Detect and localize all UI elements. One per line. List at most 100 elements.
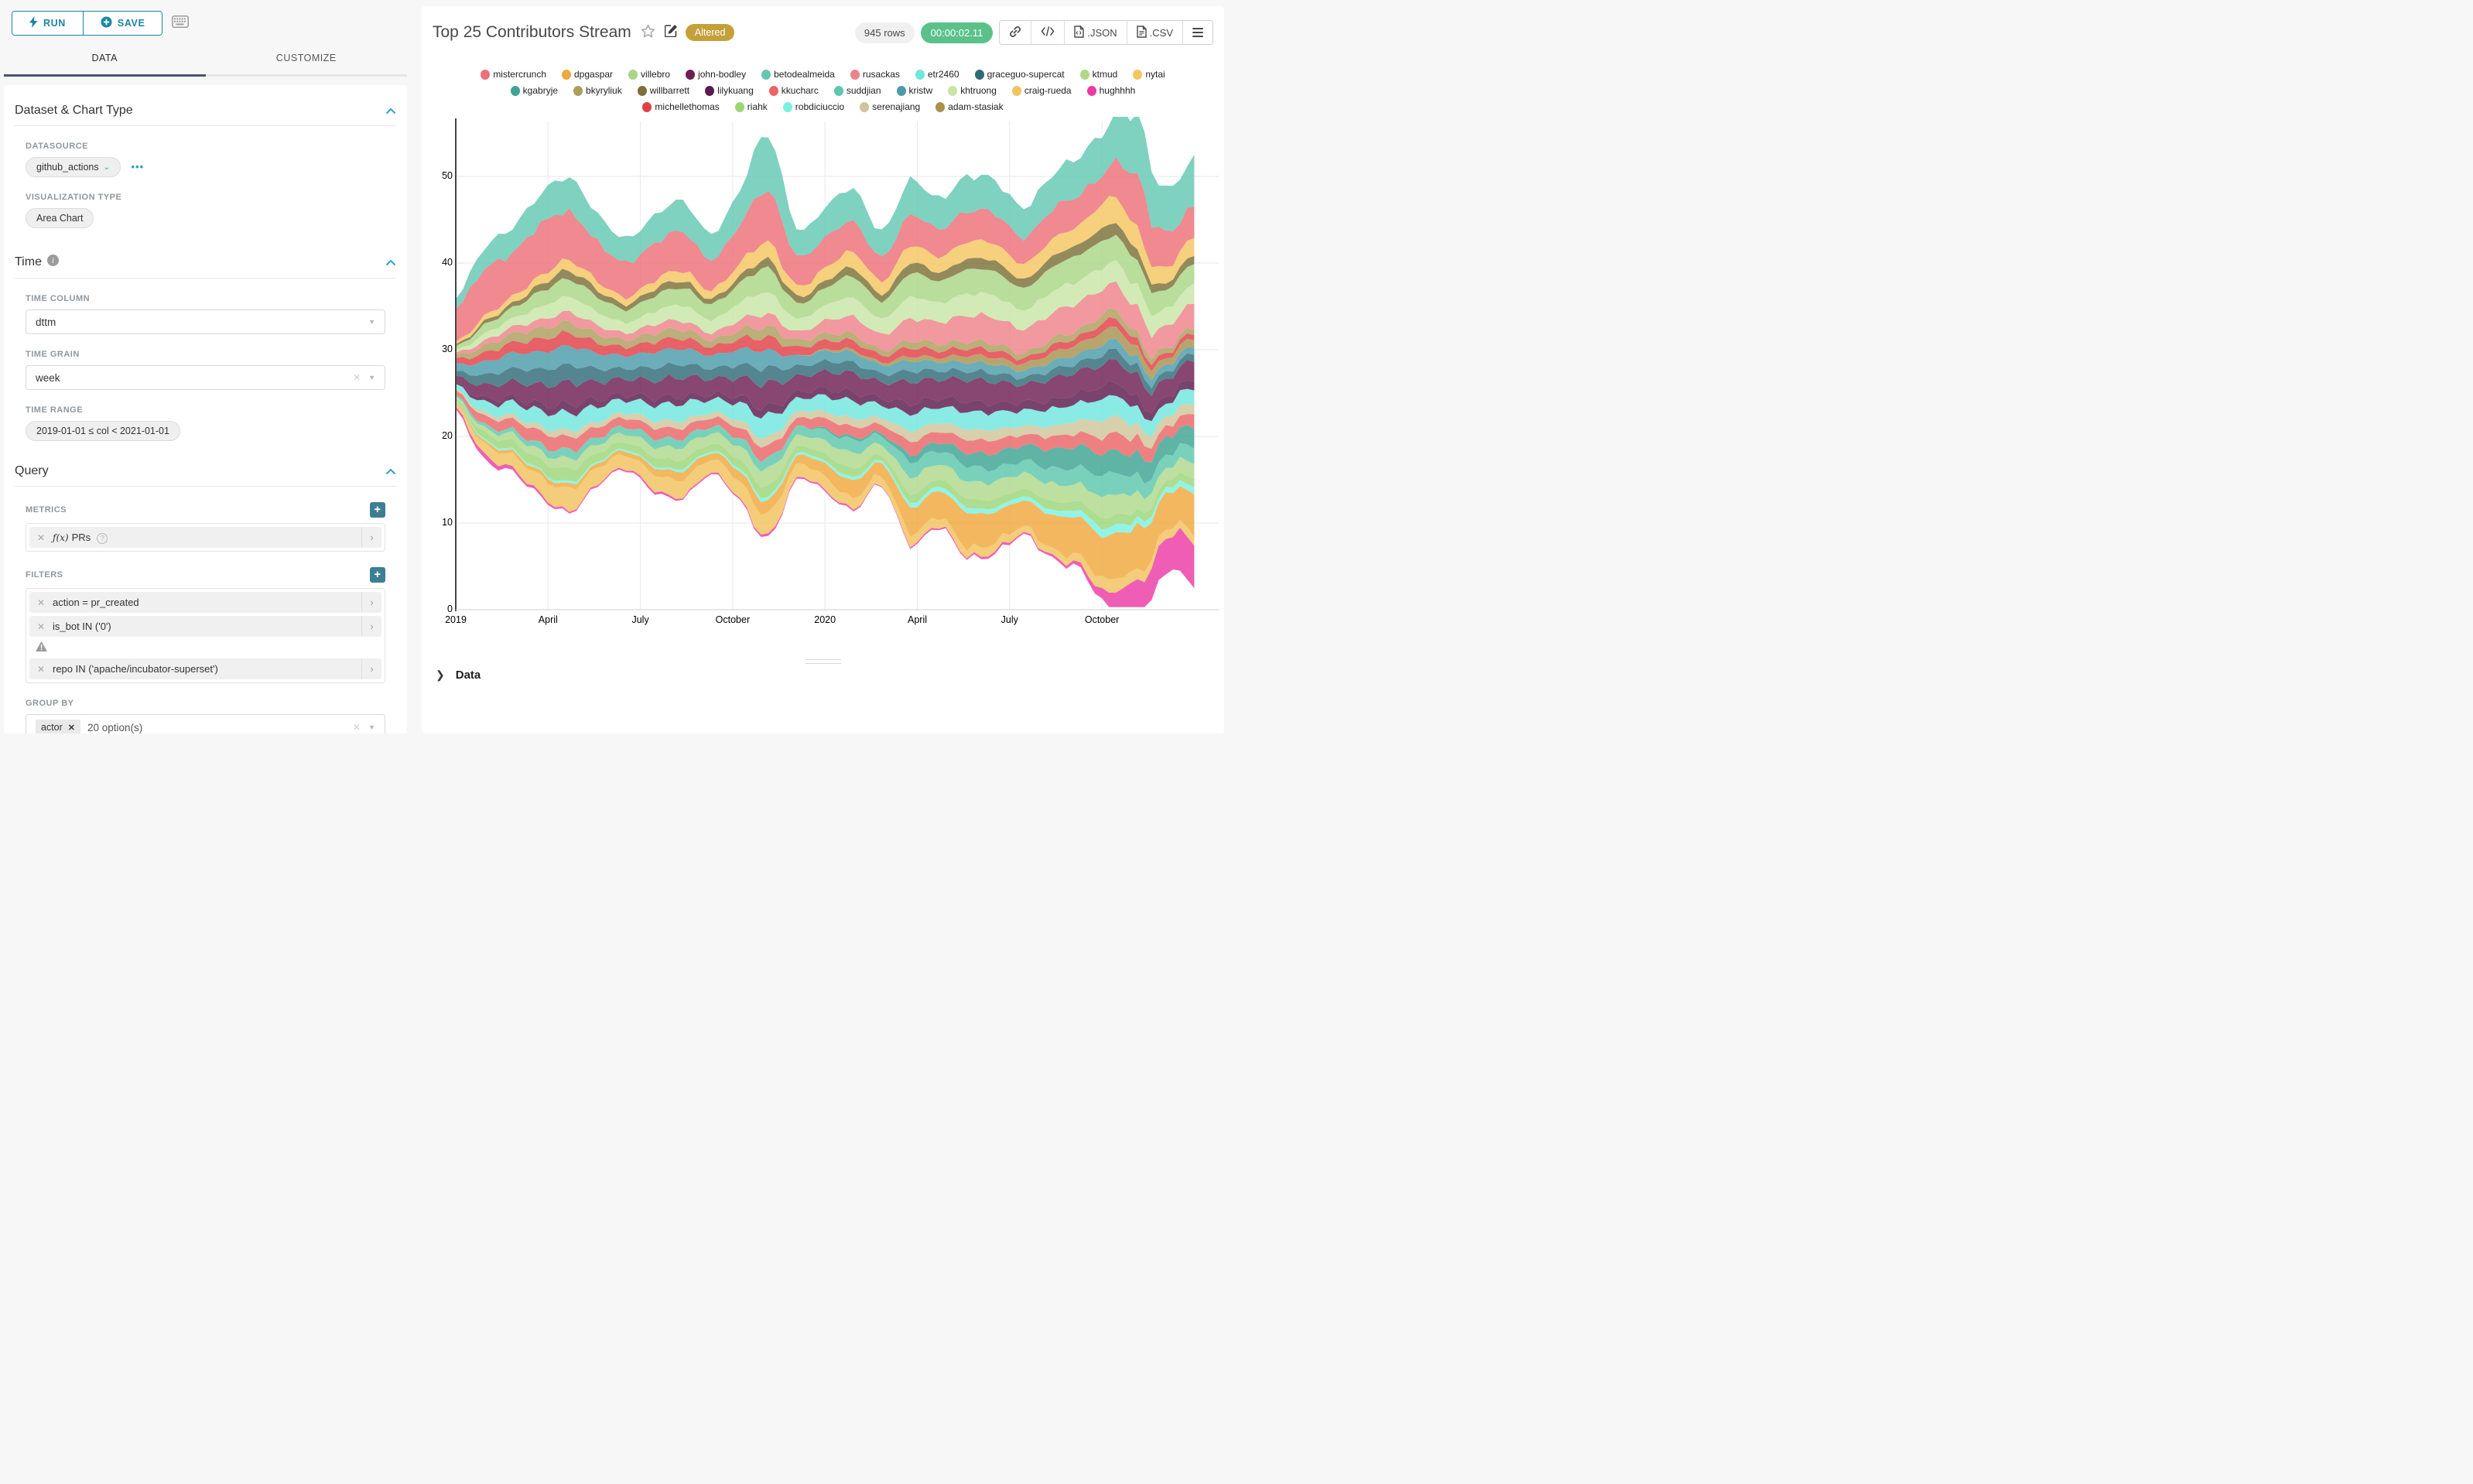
legend-item[interactable]: khtruong xyxy=(948,85,997,96)
chevron-right-icon[interactable]: › xyxy=(361,658,381,679)
data-expander-label: Data xyxy=(456,668,481,682)
remove-icon[interactable]: ✕ xyxy=(29,597,53,608)
data-expander[interactable]: ❯ Data xyxy=(436,668,481,682)
chart-panel: Top 25 Contributors Stream Altered 945 r… xyxy=(422,6,1224,733)
stream-chart[interactable]: 01020304050 xyxy=(445,117,1219,620)
legend-label: khtruong xyxy=(960,85,997,96)
legend-label: michellethomas xyxy=(655,101,719,112)
filter-chip[interactable]: ✕ is_bot IN ('0') › xyxy=(29,616,381,637)
chevron-up-icon[interactable] xyxy=(385,108,396,115)
legend-item[interactable]: rusackas xyxy=(850,69,900,80)
legend-item[interactable]: villebro xyxy=(628,69,670,80)
legend-dot-icon xyxy=(1080,70,1089,80)
time-range-label: TIME RANGE xyxy=(26,405,83,415)
legend-item[interactable]: hughhhh xyxy=(1087,85,1136,96)
remove-icon[interactable]: ✕ xyxy=(29,664,53,675)
x-tick-label: July xyxy=(631,614,648,625)
time-grain-select[interactable]: week ✕ ▼ xyxy=(26,365,385,390)
legend-item[interactable]: willbarrett xyxy=(638,85,689,96)
legend-label: willbarrett xyxy=(650,85,689,96)
legend-item[interactable]: serenajiang xyxy=(860,101,920,112)
datasource-more-button[interactable]: ••• xyxy=(131,161,144,173)
tab-data[interactable]: DATA xyxy=(4,45,206,74)
legend-dot-icon xyxy=(897,86,906,96)
y-tick-label: 50 xyxy=(426,170,453,181)
x-tick-label: 2020 xyxy=(814,614,836,625)
chevron-up-icon[interactable] xyxy=(385,468,396,475)
keyboard-shortcuts-button[interactable] xyxy=(172,15,189,32)
legend-item[interactable]: adam-stasiak xyxy=(935,101,1003,112)
chart-menu-button[interactable] xyxy=(1182,21,1213,44)
query-timer-badge[interactable]: 00:00:02.11 xyxy=(921,22,994,43)
legend-item[interactable]: nytai xyxy=(1133,69,1165,80)
legend-item[interactable]: mistercrunch xyxy=(481,69,546,80)
chevron-up-icon[interactable] xyxy=(385,259,396,266)
legend-item[interactable]: betodealmeida xyxy=(761,69,835,80)
metric-chip[interactable]: ✕ ƒ(x)PRs? › xyxy=(29,527,381,548)
time-range-pill[interactable]: 2019-01-01 ≤ col < 2021-01-01 xyxy=(26,421,180,441)
legend-label: hughhhh xyxy=(1100,85,1136,96)
legend-label: kgabryje xyxy=(523,85,558,96)
fx-icon: ƒ(x) xyxy=(53,532,69,543)
legend-item[interactable]: etr2460 xyxy=(915,69,959,80)
time-column-select[interactable]: dttm ▼ xyxy=(26,309,385,334)
filter-chip[interactable]: ✕ action = pr_created › xyxy=(29,592,381,613)
datasource-pill[interactable]: github_actions ⌄ xyxy=(26,157,121,177)
copy-link-button[interactable] xyxy=(1000,21,1031,44)
chevron-right-icon[interactable]: › xyxy=(361,527,381,548)
legend-item[interactable]: lilykuang xyxy=(705,85,754,96)
chevron-right-icon: ❯ xyxy=(436,668,445,682)
legend-item[interactable]: kkucharc xyxy=(769,85,819,96)
legend-dot-icon xyxy=(481,70,490,80)
legend-item[interactable]: robdiciuccio xyxy=(783,101,844,112)
clear-icon[interactable]: ✕ xyxy=(353,722,361,733)
legend-item[interactable]: john-bodley xyxy=(686,69,746,80)
legend-item[interactable]: kgabryje xyxy=(511,85,558,96)
legend-item[interactable]: suddjian xyxy=(834,85,881,96)
group-by-select[interactable]: actor✕ 20 option(s) ✕ ▼ xyxy=(26,714,385,733)
legend-item[interactable]: craig-rueda xyxy=(1012,85,1072,96)
legend-item[interactable]: graceguo-supercat xyxy=(975,69,1065,80)
svg-text:i: i xyxy=(52,257,54,265)
chevron-right-icon[interactable]: › xyxy=(361,616,381,637)
legend-label: suddjian xyxy=(847,85,881,96)
export-csv-button[interactable]: .CSV xyxy=(1127,21,1182,44)
legend-label: craig-rueda xyxy=(1024,85,1072,96)
resize-drag-handle[interactable] xyxy=(806,656,841,667)
embed-code-button[interactable] xyxy=(1031,21,1064,44)
legend-label: adam-stasiak xyxy=(948,101,1003,112)
legend-dot-icon xyxy=(1012,86,1021,96)
tab-customize[interactable]: CUSTOMIZE xyxy=(206,45,408,74)
run-button[interactable]: RUN xyxy=(12,12,83,35)
save-button[interactable]: SAVE xyxy=(83,12,162,35)
remove-icon[interactable]: ✕ xyxy=(68,723,75,733)
edit-properties-button[interactable] xyxy=(665,24,678,41)
export-button-group: .JSON .CSV xyxy=(999,20,1213,45)
section-title-dataset: Dataset & Chart Type xyxy=(15,104,133,118)
legend-item[interactable]: riahk xyxy=(735,101,768,112)
remove-icon[interactable]: ✕ xyxy=(29,532,53,543)
filter-chip[interactable]: ✕ repo IN ('apache/incubator-superset') … xyxy=(29,658,381,679)
datasource-label: DATASOURCE xyxy=(26,142,88,151)
chevron-right-icon[interactable]: › xyxy=(361,592,381,613)
legend-dot-icon xyxy=(769,86,778,96)
legend-item[interactable]: kristw xyxy=(897,85,933,96)
clear-icon[interactable]: ✕ xyxy=(353,372,361,383)
add-filter-button[interactable]: + xyxy=(370,567,385,583)
panel-tabs: DATA CUSTOMIZE xyxy=(4,45,407,77)
legend-item[interactable]: ktmud xyxy=(1080,69,1118,80)
streamgraph-svg[interactable] xyxy=(445,117,1219,620)
add-metric-button[interactable]: + xyxy=(370,502,385,518)
remove-icon[interactable]: ✕ xyxy=(29,621,53,632)
legend-dot-icon xyxy=(915,70,925,80)
legend-label: graceguo-supercat xyxy=(987,69,1065,80)
filters-box: ✕ action = pr_created › ✕ is_bot IN ('0'… xyxy=(26,588,385,683)
export-json-button[interactable]: .JSON xyxy=(1064,21,1126,44)
legend-item[interactable]: bkyryliuk xyxy=(573,85,622,96)
favorite-star-button[interactable] xyxy=(641,24,655,42)
legend-item[interactable]: dpgaspar xyxy=(562,69,613,80)
legend-label: kristw xyxy=(909,85,933,96)
legend-item[interactable]: michellethomas xyxy=(642,101,719,112)
file-csv-icon xyxy=(1137,26,1147,40)
viz-type-pill[interactable]: Area Chart xyxy=(26,208,94,228)
